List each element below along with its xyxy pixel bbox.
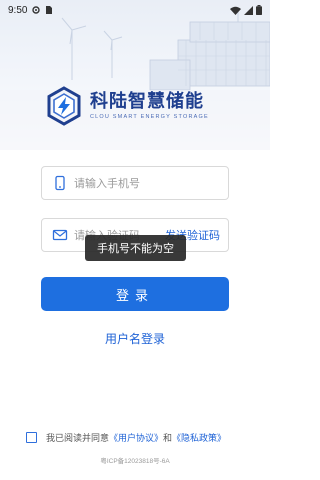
brand-name-cn: 科陆智慧储能 [90,91,204,112]
toast-message: 手机号不能为空 [85,235,186,261]
agreement-checkbox[interactable] [26,431,37,443]
hero-banner [0,0,270,150]
login-button[interactable]: 登录 [41,277,229,311]
username-login-link[interactable]: 用户名登录 [0,330,270,347]
phone-input[interactable] [74,176,224,190]
status-bar: 9:50 [0,0,270,20]
phone-field[interactable] [41,166,229,200]
agreement-conjunction: 和 [163,433,173,444]
icp-license: 粤ICP备12023818号-6A [100,458,170,465]
settings-icon [32,6,41,14]
cellular-signal-icon [244,5,253,15]
status-left: 9:50 [8,5,53,16]
status-right [230,5,262,15]
brand-logo: 科陆智慧储能 CLOU SMART ENERGY STORAGE [44,86,234,126]
wifi-icon [230,6,241,15]
lightning-hexagon-logo-icon [47,86,81,126]
phone-icon [55,175,65,191]
status-time: 9:50 [8,4,28,16]
agreement-prefix: 我已阅读并同意 [46,433,110,444]
sim-card-icon [46,6,53,14]
user-agreement-link[interactable]: 《用户协议》 [109,431,163,444]
battery-icon [256,5,262,15]
envelope-icon [52,229,68,241]
brand-text: 科陆智慧储能 CLOU SMART ENERGY STORAGE [90,91,209,121]
energy-landscape-illustration [0,8,270,150]
privacy-policy-link[interactable]: 《隐私政策》 [172,431,226,444]
agreement-row: 我已阅读并同意 《用户协议》 和 《隐私政策》 [26,430,256,444]
brand-name-en: CLOU SMART ENERGY STORAGE [90,114,209,120]
